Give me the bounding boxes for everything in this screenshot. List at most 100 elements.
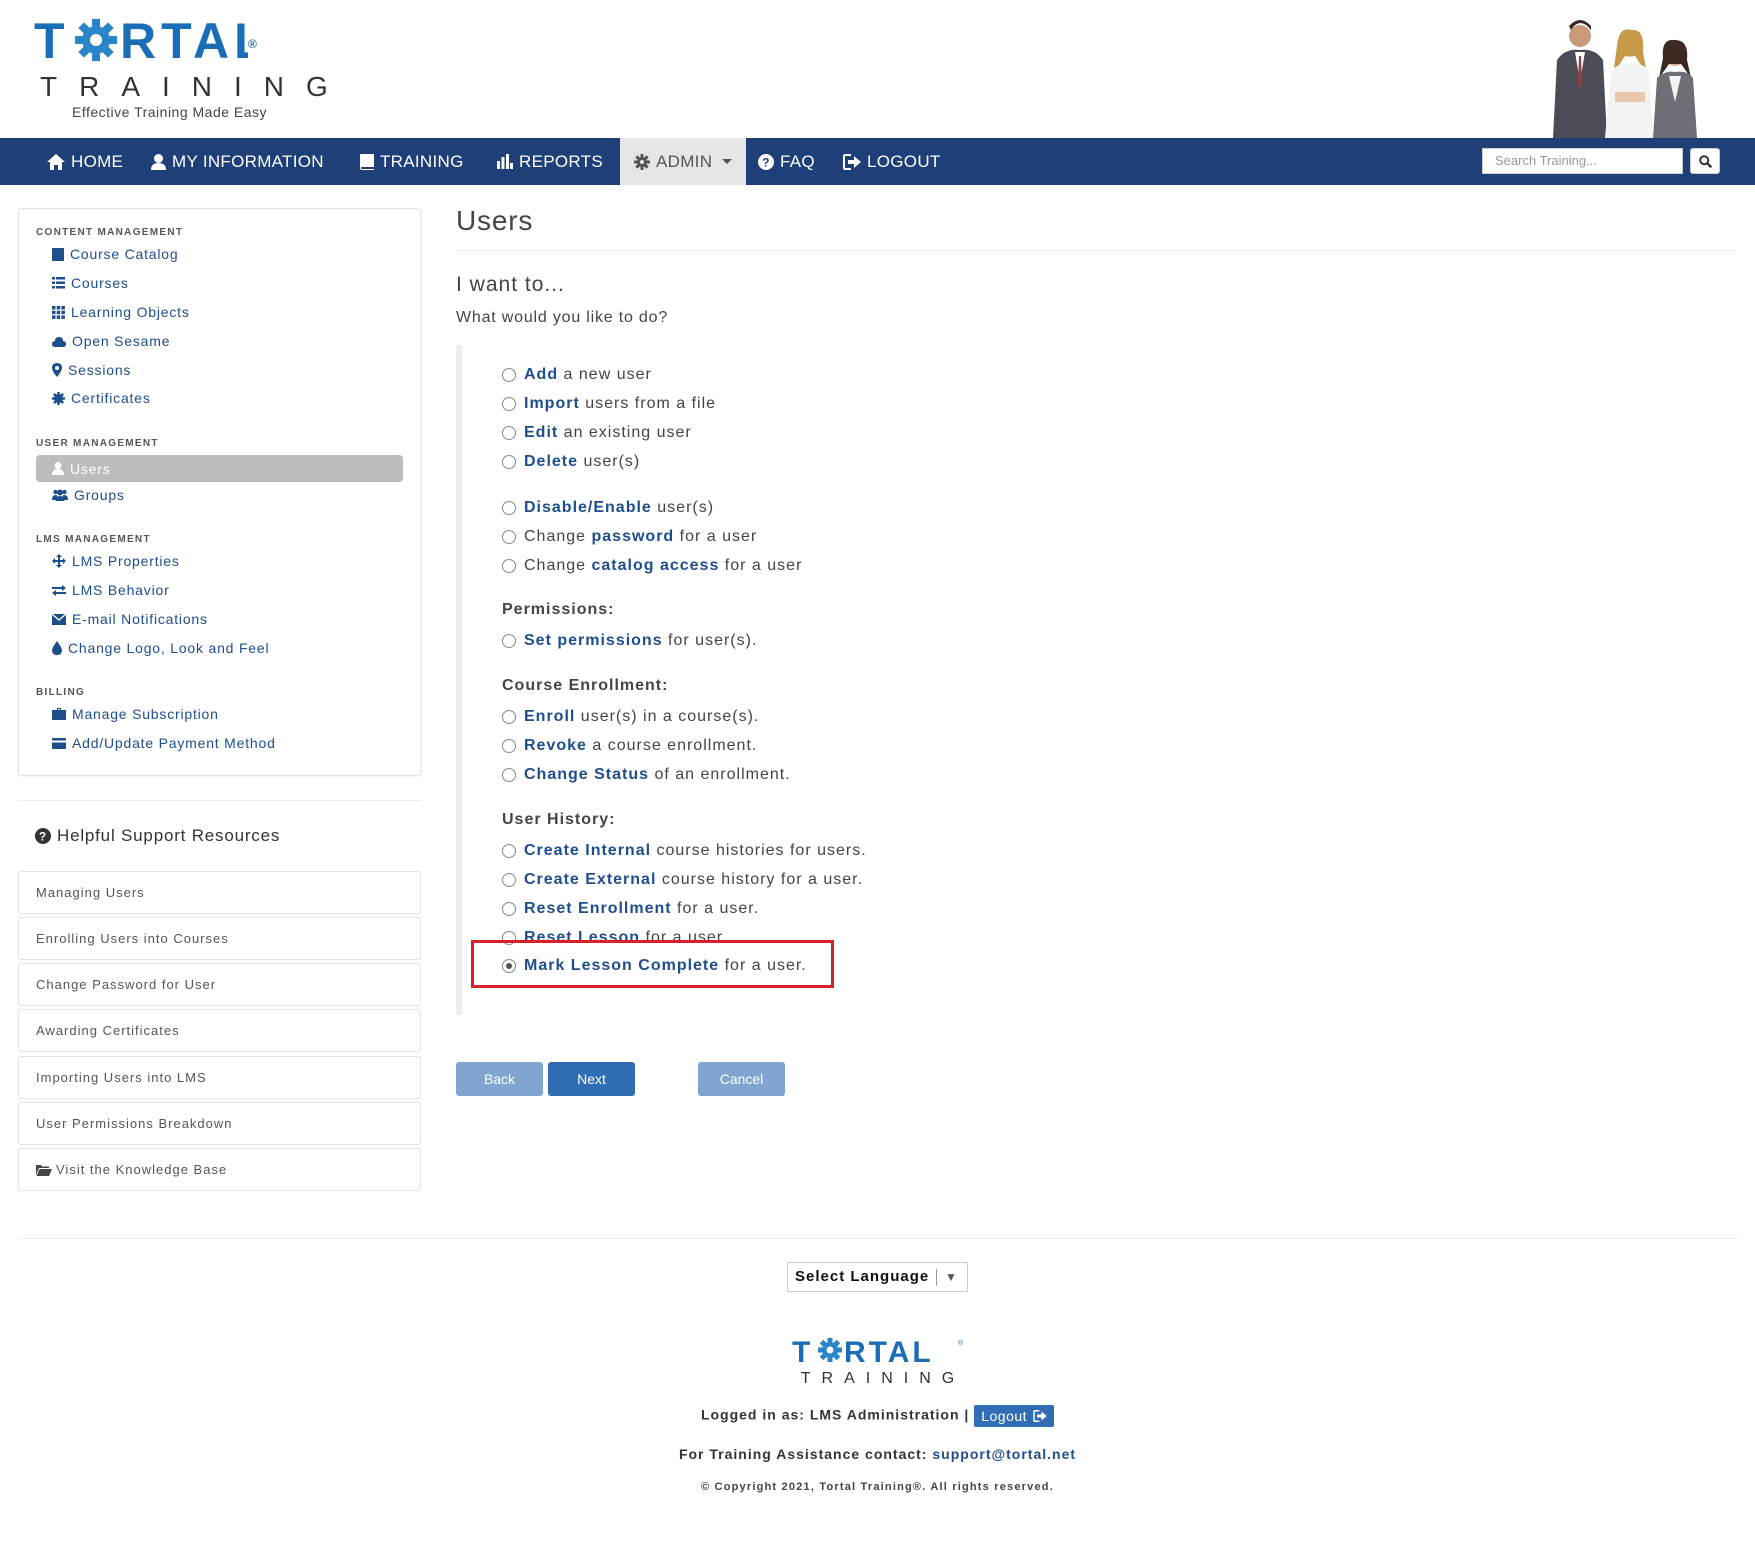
search-button[interactable] — [1690, 148, 1720, 174]
svg-text:RTAL: RTAL — [844, 1336, 934, 1365]
nav-faq[interactable]: ? FAQ — [758, 138, 815, 185]
resource-user-permissions[interactable]: User Permissions Breakdown — [18, 1102, 421, 1145]
resource-importing-users[interactable]: Importing Users into LMS — [18, 1056, 421, 1099]
sidebar-item-groups[interactable]: Groups — [52, 487, 125, 503]
radio-button[interactable] — [502, 426, 516, 440]
footer-logout-button[interactable]: Logout — [974, 1405, 1055, 1427]
option-add-user[interactable]: Add a new user — [502, 366, 652, 384]
sidebar-item-email-notifications[interactable]: E-mail Notifications — [52, 611, 208, 627]
language-select[interactable]: Select Language ▼ — [787, 1262, 968, 1292]
logged-in-text: Logged in as: LMS Administration | — [700, 1406, 970, 1423]
resource-label: Awarding Certificates — [36, 1023, 180, 1038]
search-input[interactable]: Search Training... — [1482, 148, 1683, 174]
nav-home[interactable]: HOME — [47, 138, 123, 185]
option-revoke-enrollment[interactable]: Revoke a course enrollment. — [502, 737, 757, 755]
sidebar-item-payment-method[interactable]: Add/Update Payment Method — [52, 735, 276, 751]
support-resources-title-label: Helpful Support Resources — [57, 826, 281, 845]
sidebar-item-label: Course Catalog — [70, 246, 179, 262]
sidebar-item-label: Sessions — [68, 362, 132, 378]
radio-button[interactable] — [502, 902, 516, 916]
radio-button[interactable] — [502, 768, 516, 782]
radio-button[interactable] — [502, 710, 516, 724]
sidebar-item-learning-objects[interactable]: Learning Objects — [52, 304, 190, 320]
radio-button[interactable] — [502, 559, 516, 573]
sidebar-item-label: Change Logo, Look and Feel — [68, 640, 270, 656]
option-enroll-users[interactable]: Enroll user(s) in a course(s). — [502, 708, 759, 726]
resource-awarding-certificates[interactable]: Awarding Certificates — [18, 1009, 421, 1052]
footer-divider — [18, 1238, 1738, 1239]
nav-admin[interactable]: ADMIN — [620, 138, 747, 185]
radio-button[interactable] — [502, 739, 516, 753]
option-change-password[interactable]: Change password for a user — [502, 528, 757, 546]
sidebar-item-label: Learning Objects — [71, 304, 190, 320]
contact-info: For Training Assistance contact: support… — [0, 1446, 1755, 1462]
nav-faq-label: FAQ — [780, 152, 815, 171]
resource-label: Enrolling Users into Courses — [36, 931, 229, 946]
course-enrollment-heading: Course Enrollment: — [502, 677, 669, 694]
sidebar-item-change-logo[interactable]: Change Logo, Look and Feel — [52, 640, 269, 656]
option-edit-user[interactable]: Edit an existing user — [502, 424, 692, 442]
sidebar-item-manage-subscription[interactable]: Manage Subscription — [52, 706, 219, 722]
option-label: Create External course history for a use… — [524, 871, 864, 888]
logout-icon — [1033, 1410, 1047, 1422]
footer-logo: T RTAL ® TRAINING — [790, 1335, 970, 1387]
option-delete-users[interactable]: Delete user(s) — [502, 453, 640, 471]
radio-button[interactable] — [502, 397, 516, 411]
page-title: Users — [456, 205, 534, 236]
credit-card-icon — [52, 737, 66, 749]
next-button[interactable]: Next — [548, 1062, 635, 1096]
resource-managing-users[interactable]: Managing Users — [18, 871, 421, 914]
resource-change-password[interactable]: Change Password for User — [18, 963, 421, 1006]
sidebar-item-open-sesame[interactable]: Open Sesame — [52, 333, 170, 349]
grid-icon — [52, 305, 65, 319]
option-change-catalog-access[interactable]: Change catalog access for a user — [502, 557, 802, 575]
radio-button[interactable] — [502, 844, 516, 858]
sidebar-item-courses[interactable]: Courses — [52, 275, 129, 291]
nav-logout[interactable]: LOGOUT — [843, 138, 941, 185]
back-button[interactable]: Back — [456, 1062, 543, 1096]
support-email-link[interactable]: support@tortal.net — [932, 1446, 1076, 1462]
radio-button[interactable] — [502, 873, 516, 887]
option-import-users[interactable]: Import users from a file — [502, 395, 716, 413]
sidebar-item-sessions[interactable]: Sessions — [52, 362, 131, 378]
radio-button[interactable] — [502, 501, 516, 515]
sidebar-divider — [18, 800, 421, 801]
nav-reports[interactable]: REPORTS — [497, 138, 603, 185]
option-create-external-history[interactable]: Create External course history for a use… — [502, 871, 863, 889]
logo-tagline: Effective Training Made Easy — [72, 104, 268, 120]
option-disable-enable-users[interactable]: Disable/Enable user(s) — [502, 499, 714, 517]
nav-training[interactable]: TRAINING — [360, 138, 464, 185]
radio-button[interactable] — [502, 530, 516, 544]
sidebar-item-course-catalog[interactable]: Course Catalog — [52, 246, 178, 262]
option-label: Create Internal course histories for use… — [524, 842, 867, 859]
resource-label: Visit the Knowledge Base — [56, 1162, 228, 1177]
radio-button[interactable] — [502, 634, 516, 648]
user-management-heading: USER MANAGEMENT — [36, 438, 159, 449]
option-set-permissions[interactable]: Set permissions for user(s). — [502, 632, 757, 650]
user-history-heading: User History: — [502, 811, 616, 828]
option-change-status[interactable]: Change Status of an enrollment. — [502, 766, 791, 784]
option-create-internal-history[interactable]: Create Internal course histories for use… — [502, 842, 867, 860]
nav-my-information[interactable]: MY INFORMATION — [151, 138, 324, 185]
resource-knowledge-base[interactable]: Visit the Knowledge Base — [18, 1148, 421, 1191]
resource-enrolling-users[interactable]: Enrolling Users into Courses — [18, 917, 421, 960]
option-reset-enrollment[interactable]: Reset Enrollment for a user. — [502, 900, 759, 918]
billing-heading: BILLING — [36, 687, 86, 698]
radio-button[interactable] — [502, 368, 516, 382]
sidebar-item-lms-properties[interactable]: LMS Properties — [52, 553, 180, 569]
tortal-logo[interactable]: T RTAL ® TR — [34, 13, 334, 128]
option-label: Revoke a course enrollment. — [524, 737, 758, 754]
site-header: T RTAL ® TR — [0, 0, 1755, 138]
support-resources-title: ? Helpful Support Resources — [35, 826, 280, 846]
radio-button[interactable] — [502, 455, 516, 469]
copyright-text: © Copyright 2021, Tortal Training®. All … — [701, 1481, 1054, 1493]
sidebar-item-certificates[interactable]: Certificates — [52, 390, 151, 406]
cancel-button[interactable]: Cancel — [698, 1062, 785, 1096]
svg-text:?: ? — [762, 155, 770, 169]
contact-label: For Training Assistance contact: — [678, 1446, 928, 1462]
nav-my-information-label: MY INFORMATION — [172, 152, 324, 171]
search-icon — [1698, 154, 1712, 168]
sidebar-item-users[interactable]: Users — [36, 455, 403, 482]
sidebar-item-lms-behavior[interactable]: LMS Behavior — [52, 582, 170, 598]
nav-training-label: TRAINING — [380, 152, 464, 171]
